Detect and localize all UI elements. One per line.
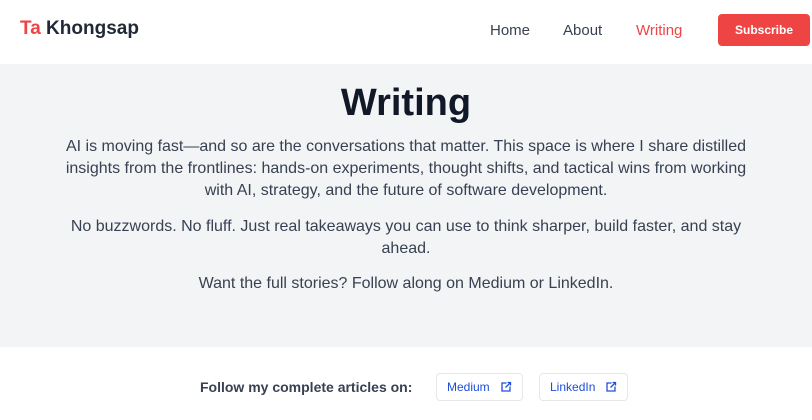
intro-paragraph: AI is moving fast—and so are the convers…: [65, 138, 747, 199]
follow-cta-paragraph: Want the full stories? Follow along on M…: [198, 275, 614, 292]
linkedin-link[interactable]: LinkedIn: [539, 373, 629, 401]
external-link-icon: [500, 381, 512, 393]
top-navbar: Ta Khongsap Home About Writing Subscribe: [0, 0, 812, 64]
page-title: Writing: [340, 82, 472, 124]
nav-link-home[interactable]: Home: [490, 22, 530, 39]
follow-links-bar: Follow my complete articles on: Medium L…: [0, 347, 812, 420]
medium-link[interactable]: Medium: [436, 373, 523, 401]
nav-link-writing[interactable]: Writing: [636, 22, 682, 39]
logo-accent-text: Ta: [20, 18, 41, 39]
nav-link-about[interactable]: About: [563, 22, 602, 39]
logo-name-text: Khongsap: [46, 18, 139, 39]
tagline-paragraph: No buzzwords. No fluff. Just real takeaw…: [70, 218, 742, 257]
site-logo[interactable]: Ta Khongsap: [20, 18, 139, 40]
external-link-icon: [605, 381, 617, 393]
follow-label: Follow my complete articles on:: [200, 379, 413, 395]
linkedin-link-label: LinkedIn: [550, 380, 596, 394]
subscribe-button[interactable]: Subscribe: [718, 14, 810, 46]
hero-section: Writing AI is moving fast—and so are the…: [0, 64, 812, 347]
medium-link-label: Medium: [447, 380, 490, 394]
